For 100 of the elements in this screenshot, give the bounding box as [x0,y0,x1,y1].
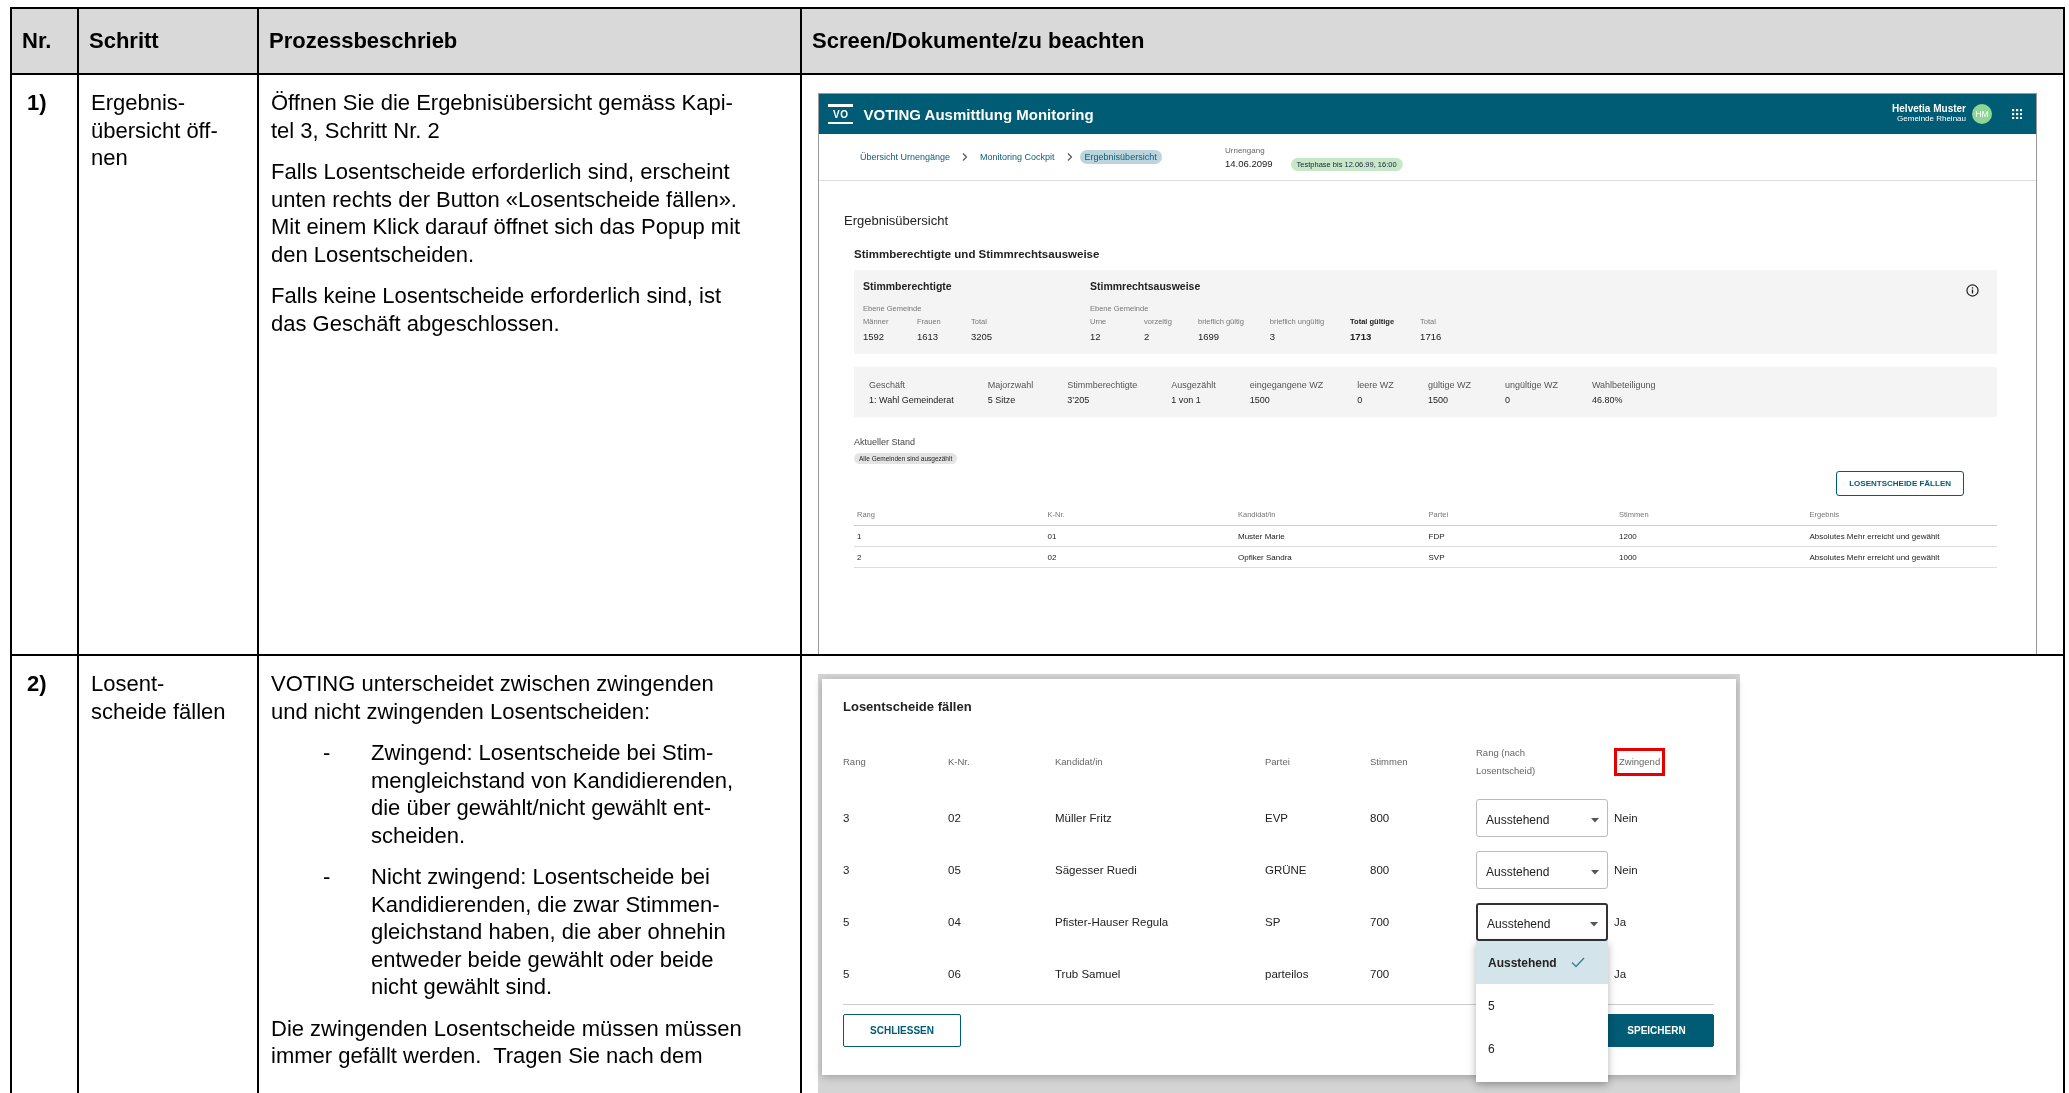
tie-break-button[interactable]: LOSENTSCHEIDE FÄLLEN [1836,471,1964,496]
table-cell-text: Nein [1614,864,1639,876]
logo: VO [828,104,854,124]
paragraph: Falls Losentscheide erforderlich sind, erscheint unten rechts der Button «Losentscheide fällen». Mit einem Klick darauf öffnet sich das Popup mit den Losentscheiden. [271,158,741,268]
menu-item[interactable]: 6 [1476,1027,1608,1070]
table-cell: FDP [1425,526,1616,547]
table-cell-text: Ja [1614,968,1628,980]
table-cell-text: 5 [843,916,851,928]
table-cell: 1 [854,526,1045,547]
column-header-text: Nr. [22,28,52,54]
table-cell: Absolutes Mehr erreicht und gewählt [1806,547,1997,568]
table-cell: Absolutes Mehr erreicht und gewählt [1806,526,1997,547]
table-cell: 02 [1044,547,1235,568]
chevron-right-icon [962,153,969,161]
field-value: 1500 [1249,395,1271,405]
caret-down-icon [1591,817,1599,823]
info-icon[interactable] [1966,284,1979,297]
table-cell-text: 800 [1370,864,1391,876]
close-button[interactable]: SCHLIESSEN [843,1014,961,1047]
field-label: Wahlbeteiligung [1591,380,1656,390]
table-cell-text: Nein [1614,812,1639,824]
table-cell-text: Sägesser Ruedi [1055,864,1138,876]
table-cell-text: 05 [948,864,962,876]
table-cell-text: Trub Samuel [1055,968,1122,980]
field-value: 5 Sitze [987,395,1017,405]
table-cell-text: Ja [1614,916,1628,928]
table-cell: 1200 [1616,526,1807,547]
rank-select[interactable]: Ausstehend [1476,851,1608,889]
menu-item[interactable]: Ausstehend [1476,941,1608,984]
field-label: Majorzwahl [987,380,1034,390]
field-value: 1699 [1198,331,1221,342]
check-icon [1570,957,1585,968]
table-cell-text: 700 [1370,916,1391,928]
list-item-text: Zwingend: Losentscheide bei Stim- mengleichstand von Kandidierenden, die über gewählt/nicht gewählt ent- scheiden. [371,739,734,849]
field-label: Stimmberechtigte [1067,380,1138,390]
paragraph: VOTING unterscheidet zwischen zwingenden und nicht zwingenden Losentscheiden: [271,670,714,725]
table-cell-text: 02 [948,812,962,824]
field-label: gültige WZ [1427,380,1471,390]
field-value: 12 [1090,331,1102,342]
breadcrumb-link[interactable]: Übersicht Urnengänge [855,150,956,164]
field-label: leere WZ [1357,380,1394,390]
table-cell-text: SP [1265,916,1282,928]
table-cell-text: GRÜNE [1265,864,1308,876]
group-title: Stimmberechtigte [863,280,953,292]
column-header: K-Nr. [948,755,970,769]
bullet-marker: - [323,863,332,891]
table-cell-text: 3 [843,812,851,824]
column-header-text: Schritt [89,28,159,54]
date-text: 14.06.2099 [1225,157,1273,169]
table-cell-text: Müller Fritz [1055,812,1113,824]
step-number: 1) [26,90,47,115]
field-value: 0 [1357,395,1364,405]
field-value: 3 [1269,331,1277,342]
field-label: Ausgezählt [1171,380,1216,390]
column-header: Kandidat/in [1055,755,1103,769]
user-organization: Gemeinde Rheinau [1897,114,1966,124]
field-value: 0 [1504,395,1511,405]
field-value: 46.80% [1591,395,1624,405]
breadcrumb-link[interactable]: Monitoring Cockpit [975,150,1060,164]
field-label: Urnengang [1225,145,1266,155]
status-label: Aktueller Stand [854,437,916,447]
table-cell: 01 [1044,526,1235,547]
rank-select[interactable]: Ausstehend [1476,799,1608,837]
field-value: 3205 [971,331,994,342]
table-cell-text: EVP [1265,812,1289,824]
table-cell: 1000 [1616,547,1807,568]
list-item-text: Nicht zwingend: Losentscheide bei Kandidierenden, die zwar Stimmen- gleichstand haben, die aber ohnehin entweder beide gewählt oder beide nicht gewählt sind. [371,863,726,1001]
step-name: Losent- scheide fällen [91,670,226,725]
caret-down-icon [1590,921,1598,927]
column-header: Stimmen [1370,755,1408,769]
section-title: Stimmberechtigte und Stimmrechtsausweise [854,248,1101,260]
dialog-title: Losentscheide fällen [843,699,972,714]
bullet-marker: - [323,739,332,767]
paragraph: Falls keine Losentscheide erforderlich sind, ist das Geschäft abgeschlossen. [271,282,721,337]
rank-select[interactable]: Ausstehend [1476,903,1608,941]
field-value: 1500 [1427,395,1449,405]
table-cell: SVP [1425,547,1616,568]
table-cell-text: 700 [1370,968,1391,980]
table-cell-text: 5 [843,968,851,980]
field-value: 1: Wahl Gemeinderat [869,395,954,405]
column-header: Zwingend [1614,748,1666,776]
field-value: 1592 [863,331,886,342]
field-label: ungültige WZ [1504,380,1558,390]
field-value: 1613 [917,331,940,342]
table-cell: Opfiker Sandra [1235,547,1426,568]
table-cell-text: 06 [948,968,962,980]
table-cell-text: 3 [843,864,851,876]
column-header: Partei [1265,755,1290,769]
step-number: 2) [26,671,47,696]
apps-grid-icon[interactable] [2012,109,2022,119]
user-name: Helvetia Muster [1892,104,1966,114]
table-cell: 2 [854,547,1045,568]
field-value: 2 [1144,331,1151,342]
column-header: Rang [843,755,866,769]
group-title: Stimmrechtsausweise [1090,280,1202,292]
paragraph: Öffnen Sie die Ergebnisübersicht gemäss Kapi- tel 3, Schritt Nr. 2 [271,89,733,144]
menu-item[interactable]: 5 [1476,984,1608,1027]
breadcrumb-link[interactable]: Ergebnisübersicht [1079,150,1162,164]
field-value: 1 von 1 [1171,395,1202,405]
table-cell: Muster Marie [1235,526,1426,547]
